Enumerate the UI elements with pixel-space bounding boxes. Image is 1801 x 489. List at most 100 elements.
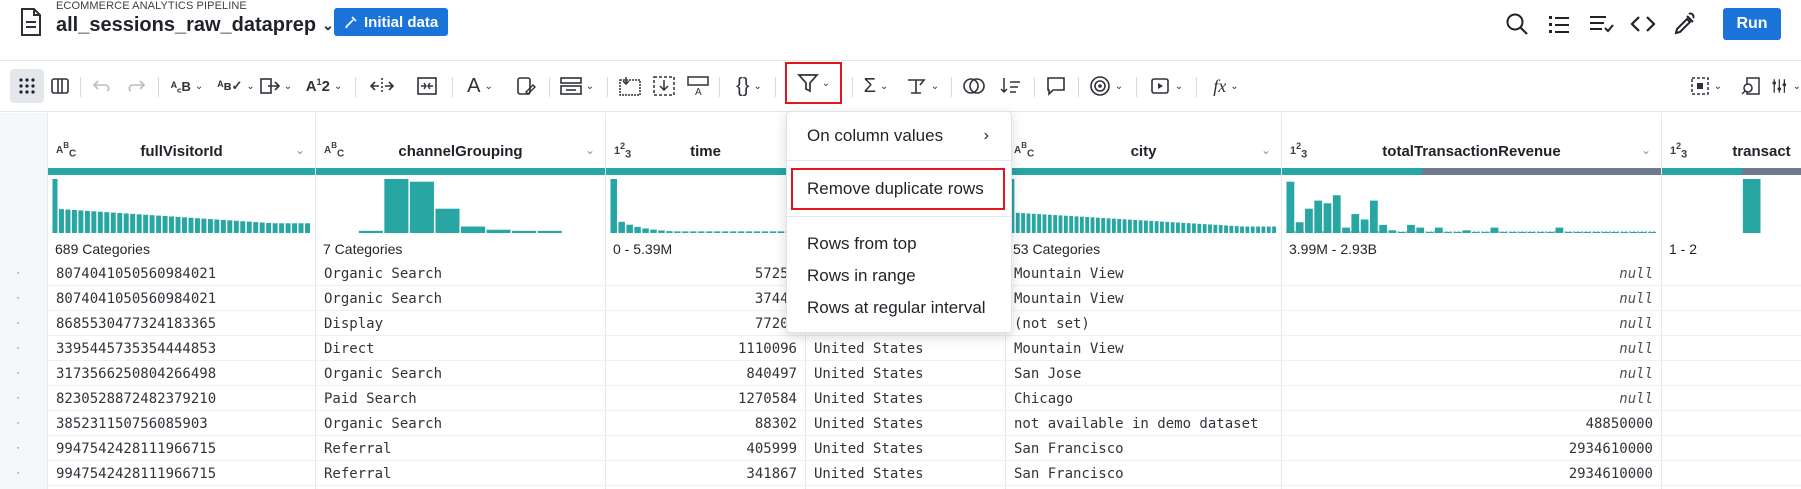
menu-item-on-column-values[interactable]: On column values ›: [787, 120, 1011, 152]
table-cell[interactable]: null: [1282, 311, 1661, 336]
column-header[interactable]: 123 totalTransactionRevenue ⌄: [1282, 139, 1661, 163]
table-cell[interactable]: Organic Search: [316, 361, 605, 386]
column-header[interactable]: ABC city ⌄: [1006, 139, 1281, 163]
table-cell[interactable]: 405999: [606, 436, 805, 461]
column-details-icon[interactable]: [1738, 69, 1764, 103]
settings-icon[interactable]: ⌄: [1770, 69, 1801, 103]
table-cell[interactable]: not available in demo dataset: [1006, 411, 1281, 436]
aggregate-icon[interactable]: Σ ⌄: [856, 69, 896, 103]
table-cell[interactable]: null: [1282, 261, 1661, 286]
string-type-icon[interactable]: ABC: [324, 141, 344, 159]
integer-type-icon[interactable]: 123: [1290, 141, 1307, 160]
search-icon[interactable]: [1503, 10, 1531, 38]
string-type-icon[interactable]: ABC: [1014, 141, 1034, 159]
nested-functions-icon[interactable]: {} ⌄: [729, 69, 769, 103]
table-cell[interactable]: United States: [806, 461, 1005, 486]
menu-item-rows-at-regular-interval[interactable]: Rows at regular interval: [787, 292, 1011, 324]
list-icon[interactable]: [1545, 10, 1573, 38]
row-handle[interactable]: ·: [16, 315, 20, 329]
table-cell[interactable]: 3173566250804266498: [48, 361, 315, 386]
table-cell[interactable]: 1110096: [606, 336, 805, 361]
table-cell[interactable]: San Francisco: [1006, 461, 1281, 486]
table-cell[interactable]: 9947542428111966715: [48, 436, 315, 461]
table-cell[interactable]: 8074041050560984021: [48, 261, 315, 286]
table-cell[interactable]: Direct: [316, 336, 605, 361]
table-cell[interactable]: United States: [806, 411, 1005, 436]
filter-rows-button[interactable]: ⌄: [785, 62, 842, 104]
undo-icon[interactable]: [88, 69, 116, 103]
insert-column-icon[interactable]: [616, 69, 644, 103]
table-cell[interactable]: Referral: [316, 436, 605, 461]
redo-icon[interactable]: [122, 69, 150, 103]
clean-icon[interactable]: [512, 69, 540, 103]
run-button[interactable]: Run: [1723, 8, 1781, 40]
column-histogram[interactable]: [52, 177, 311, 233]
row-handle[interactable]: ·: [16, 290, 20, 304]
table-cell[interactable]: 8230528872482379210: [48, 386, 315, 411]
row-handle[interactable]: ·: [16, 390, 20, 404]
table-cell[interactable]: 1270584: [606, 386, 805, 411]
table-cell[interactable]: Mountain View: [1006, 286, 1281, 311]
table-cell[interactable]: 8685530477324183365: [48, 311, 315, 336]
column-browser-icon[interactable]: ⌄: [1686, 69, 1726, 103]
column-histogram[interactable]: [320, 177, 601, 233]
text-format-icon[interactable]: A ⌄: [462, 69, 498, 103]
move-icon[interactable]: ⌄: [258, 69, 294, 103]
change-type-icon[interactable]: ᴬ꜀B ⌄: [168, 69, 206, 103]
chevron-down-icon[interactable]: ⌄: [1261, 143, 1271, 157]
column-histogram[interactable]: [1666, 177, 1801, 233]
table-cell[interactable]: 88302: [606, 411, 805, 436]
table-cell[interactable]: 77201: [606, 311, 805, 336]
row-handle[interactable]: ·: [16, 340, 20, 354]
column-header[interactable]: ABC channelGrouping ⌄: [316, 139, 605, 163]
integer-type-icon[interactable]: 123: [1670, 141, 1687, 160]
table-cell[interactable]: Organic Search: [316, 261, 605, 286]
table-cell[interactable]: null: [1282, 336, 1661, 361]
eyedropper-icon[interactable]: [1671, 10, 1699, 38]
pivot-icon[interactable]: ⌄: [902, 69, 942, 103]
comment-icon[interactable]: [1042, 69, 1070, 103]
split-column-icon[interactable]: [365, 69, 399, 103]
target-icon[interactable]: ⌄: [1086, 69, 1126, 103]
table-cell[interactable]: 385231150756085903: [48, 411, 315, 436]
grid-view-icon[interactable]: [10, 69, 44, 103]
table-cell[interactable]: 48850000: [1282, 411, 1661, 436]
table-cell[interactable]: (not set): [1006, 311, 1281, 336]
table-cell[interactable]: 840497: [606, 361, 805, 386]
column-view-icon[interactable]: [46, 69, 74, 103]
column-header[interactable]: ABC fullVisitorId ⌄: [48, 139, 315, 163]
row-handle[interactable]: ·: [16, 465, 20, 479]
table-cell[interactable]: Organic Search: [316, 286, 605, 311]
column-header[interactable]: 123time⌄: [606, 139, 805, 163]
table-cell[interactable]: Referral: [316, 461, 605, 486]
table-cell[interactable]: San Francisco: [1006, 436, 1281, 461]
format-icon[interactable]: ᴬʙ✓ ⌄: [217, 69, 255, 103]
table-cell[interactable]: United States: [806, 386, 1005, 411]
table-cell[interactable]: San Jose: [1006, 361, 1281, 386]
table-cell[interactable]: Mountain View: [1006, 261, 1281, 286]
table-cell[interactable]: Organic Search: [316, 411, 605, 436]
extract-icon[interactable]: [650, 69, 678, 103]
menu-item-rows-from-top[interactable]: Rows from top: [787, 228, 1011, 260]
table-cell[interactable]: Mountain View: [1006, 336, 1281, 361]
sort-az-icon[interactable]: A12 ⌄: [306, 69, 343, 103]
sort-rows-icon[interactable]: [996, 69, 1024, 103]
chevron-down-icon[interactable]: ⌄: [1641, 143, 1651, 157]
table-cell[interactable]: 2934610000: [1282, 461, 1661, 486]
table-cell[interactable]: 3395445735354444853: [48, 336, 315, 361]
table-cell[interactable]: Paid Search: [316, 386, 605, 411]
chevron-down-icon[interactable]: ⌄: [295, 143, 305, 157]
string-type-icon[interactable]: ABC: [56, 141, 76, 159]
join-icon[interactable]: [960, 69, 988, 103]
row-handle[interactable]: ·: [16, 440, 20, 454]
table-cell[interactable]: 341867: [606, 461, 805, 486]
chevron-down-icon[interactable]: ⌄: [585, 143, 595, 157]
restructure-icon[interactable]: ⌄: [558, 69, 596, 103]
code-icon[interactable]: [1629, 10, 1657, 38]
table-cell[interactable]: 8074041050560984021: [48, 286, 315, 311]
table-cell[interactable]: United States: [806, 361, 1005, 386]
table-cell[interactable]: United States: [806, 336, 1005, 361]
replace-text-icon[interactable]: A: [684, 69, 712, 103]
integer-type-icon[interactable]: 123: [614, 141, 631, 160]
column-histogram[interactable]: [1286, 177, 1657, 233]
